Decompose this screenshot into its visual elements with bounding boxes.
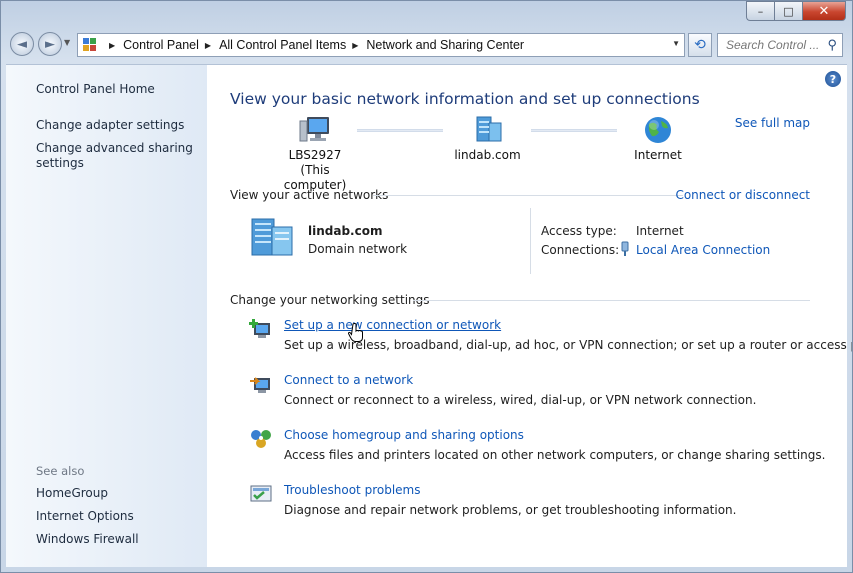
active-network-type: Domain network [308, 242, 408, 256]
see-full-map-link[interactable]: See full map [735, 116, 810, 130]
minimize-button[interactable]: – [746, 1, 774, 21]
windows-firewall-link[interactable]: Windows Firewall [36, 532, 139, 546]
window-controls: – □ ✕ [746, 1, 846, 21]
back-button[interactable]: ◄ [10, 32, 34, 56]
setup-new-connection-link[interactable]: Set up a new connection or network [284, 318, 501, 332]
refresh-button[interactable]: ⟲ [688, 33, 712, 57]
homegroup-link[interactable]: HomeGroup [36, 486, 108, 500]
search-icon[interactable]: ⚲ [827, 37, 837, 53]
map-connection-line [357, 129, 443, 132]
access-type-label: Access type: [541, 224, 617, 238]
recent-pages-dropdown-icon[interactable]: ▼ [64, 38, 70, 47]
globe-icon [645, 117, 671, 143]
change-settings-heading: Change your networking settings [230, 293, 430, 307]
setup-new-connection-desc: Set up a wireless, broadband, dial-up, a… [284, 338, 853, 352]
connect-to-network-desc: Connect or reconnect to a wireless, wire… [284, 393, 757, 407]
internet-label: Internet [634, 148, 682, 162]
change-advanced-sharing-link-line2[interactable]: settings [36, 156, 84, 170]
map-connection-line [531, 129, 617, 132]
network-sharing-window: – □ ✕ ◄ ► ▼ ▶ Control Panel ▶ All Contro… [0, 0, 853, 573]
map-node-computer[interactable]: LBS2927 (This computer) [270, 115, 360, 193]
main-content: ? View your basic network information an… [207, 64, 852, 567]
connect-network-icon [250, 377, 270, 393]
see-also-heading: See also [36, 464, 85, 478]
local-area-connection-link[interactable]: Local Area Connection [636, 243, 770, 257]
troubleshoot-problems-desc: Diagnose and repair network problems, or… [284, 503, 737, 517]
vertical-divider [530, 208, 531, 274]
ethernet-connection-icon [621, 241, 629, 256]
breadcrumb-separator-icon[interactable]: ▶ [109, 41, 115, 50]
map-node-internet[interactable]: Internet [622, 115, 694, 163]
control-panel-home-link[interactable]: Control Panel Home [36, 82, 155, 96]
new-connection-icon [249, 319, 270, 338]
internet-options-link[interactable]: Internet Options [36, 509, 134, 523]
section-divider [413, 300, 810, 301]
control-panel-icon [83, 38, 97, 52]
troubleshoot-problems-link[interactable]: Troubleshoot problems [284, 483, 420, 497]
page-title: View your basic network information and … [230, 90, 700, 108]
homegroup-sharing-desc: Access files and printers located on oth… [284, 448, 826, 462]
maximize-button[interactable]: □ [774, 1, 802, 21]
task-pane: Control Panel Home Change adapter settin… [6, 64, 207, 567]
search-placeholder: Search Control ... [726, 38, 820, 52]
address-bar[interactable]: ▶ Control Panel ▶ All Control Panel Item… [77, 33, 685, 57]
active-network-name: lindab.com [308, 224, 383, 238]
change-adapter-settings-link[interactable]: Change adapter settings [36, 118, 184, 132]
help-icon[interactable]: ? [825, 71, 841, 87]
connections-label: Connections: [541, 243, 620, 257]
domain-network-icon [476, 116, 501, 142]
domain-name: lindab.com [454, 148, 521, 162]
connect-or-disconnect-link[interactable]: Connect or disconnect [675, 188, 810, 202]
connect-to-network-link[interactable]: Connect to a network [284, 373, 413, 387]
search-input[interactable]: Search Control ... ⚲ [717, 33, 843, 57]
homegroup-sharing-link[interactable]: Choose homegroup and sharing options [284, 428, 524, 442]
navigation-bar: ◄ ► ▼ ▶ Control Panel ▶ All Control Pane… [1, 31, 852, 59]
forward-button[interactable]: ► [38, 32, 62, 56]
homegroup-icon [251, 430, 271, 448]
breadcrumb-all-items[interactable]: All Control Panel Items [219, 38, 346, 52]
address-dropdown-icon[interactable]: ▼ [672, 39, 680, 48]
computer-name: LBS2927 [288, 148, 342, 162]
computer-icon [299, 117, 329, 142]
title-bar[interactable]: – □ ✕ [1, 1, 852, 29]
breadcrumb-separator-icon[interactable]: ▶ [352, 41, 358, 50]
hand-cursor-icon [348, 323, 363, 342]
change-advanced-sharing-link[interactable]: Change advanced sharing [36, 141, 193, 155]
close-button[interactable]: ✕ [802, 1, 846, 21]
troubleshoot-icon [250, 485, 272, 502]
section-divider [373, 195, 683, 196]
access-type-value: Internet [636, 224, 684, 238]
domain-network-icon [251, 218, 293, 256]
map-node-domain[interactable]: lindab.com [445, 115, 530, 163]
active-networks-heading: View your active networks [230, 188, 389, 202]
breadcrumb-network-sharing[interactable]: Network and Sharing Center [366, 38, 524, 52]
breadcrumb-separator-icon[interactable]: ▶ [205, 41, 211, 50]
breadcrumb-control-panel[interactable]: Control Panel [123, 38, 199, 52]
